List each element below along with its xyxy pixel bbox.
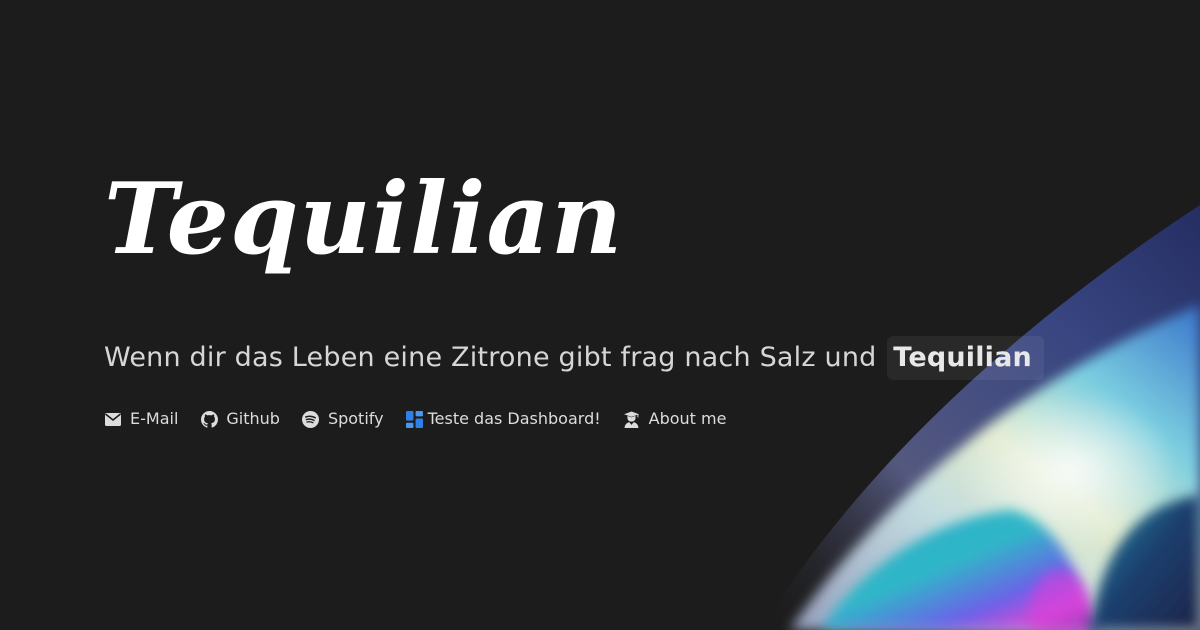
user-graduate-icon [623, 410, 641, 428]
dashboard-link[interactable]: Teste das Dashboard! [406, 410, 601, 428]
dashboard-link-label: Teste das Dashboard! [427, 409, 601, 428]
spotify-icon [302, 410, 320, 428]
site-title: Tequilian [104, 162, 624, 277]
page: Tequilian Wenn dir das Leben eine Zitron… [0, 0, 1200, 630]
github-link[interactable]: Github [200, 410, 280, 428]
dashboard-icon [406, 410, 424, 428]
tagline: Wenn dir das Leben eine Zitrone gibt fra… [104, 336, 1044, 380]
email-link[interactable]: E-Mail [104, 410, 178, 428]
github-link-label: Github [226, 409, 280, 428]
tagline-highlight: Tequilian [887, 336, 1044, 380]
spotify-link[interactable]: Spotify [302, 410, 384, 428]
email-link-label: E-Mail [130, 409, 179, 428]
link-list: E-Mail Github Spotify Teste das Dashboar… [104, 405, 748, 433]
about-me-link[interactable]: About me [623, 409, 727, 428]
iridescent-shape-graphic [760, 205, 1200, 630]
github-icon [200, 410, 218, 428]
envelope-icon [104, 410, 122, 428]
about-me-link-label: About me [648, 409, 727, 428]
spotify-link-label: Spotify [327, 409, 384, 428]
tagline-text: Wenn dir das Leben eine Zitrone gibt fra… [104, 342, 877, 373]
